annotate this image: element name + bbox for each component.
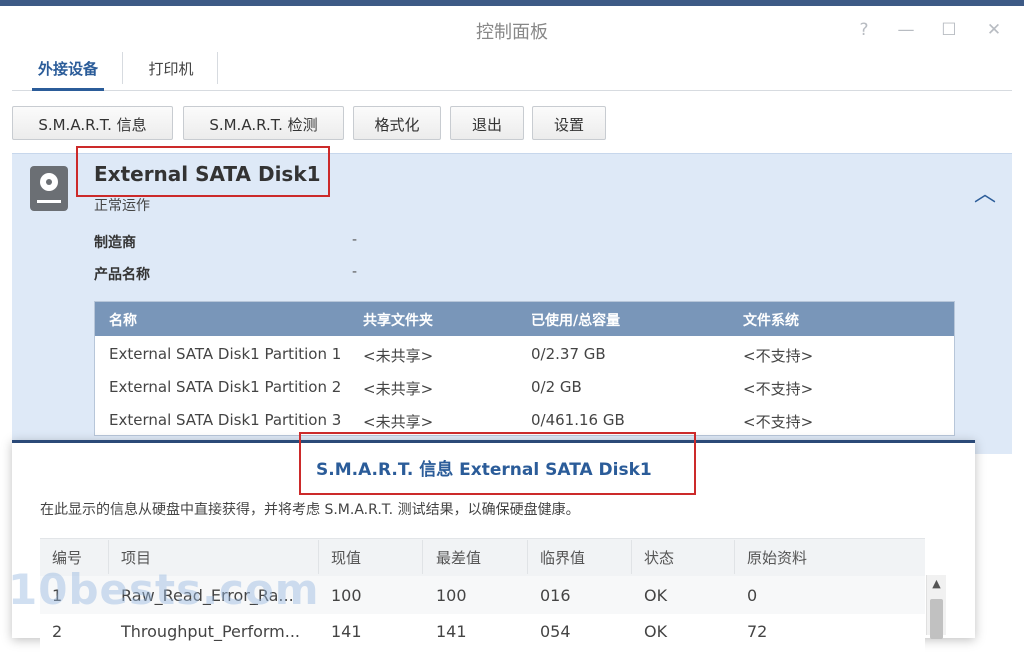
partition-name: External SATA Disk1 Partition 2 xyxy=(109,378,342,396)
smart-threshold: 054 xyxy=(540,622,571,641)
format-button[interactable]: 格式化 xyxy=(353,106,441,140)
smart-value: 141 xyxy=(331,622,362,641)
smart-item: Throughput_Perform... xyxy=(121,622,300,641)
title-bar: 控制面板 ? — ☐ ✕ xyxy=(0,6,1024,50)
partition-usage: 0/461.16 GB xyxy=(531,411,625,429)
partition-name: External SATA Disk1 Partition 1 xyxy=(109,345,342,363)
column-header-raw[interactable]: 原始资料 xyxy=(747,547,807,568)
smart-value: 100 xyxy=(331,586,362,605)
help-icon[interactable]: ? xyxy=(854,20,874,40)
watermark: 10bests.com xyxy=(8,565,320,614)
partition-table-header: 名称 共享文件夹 已使用/总容量 文件系统 xyxy=(95,302,954,336)
partition-share: <未共享> xyxy=(363,413,434,431)
maximize-icon[interactable]: ☐ xyxy=(939,20,959,40)
smart-test-button[interactable]: S.M.A.R.T. 检测 xyxy=(183,106,344,140)
highlight-box xyxy=(76,146,330,197)
partition-filesystem: <不支持> xyxy=(743,347,814,365)
column-header-status[interactable]: 状态 xyxy=(644,547,674,568)
product-name-label: 产品名称 xyxy=(94,267,150,283)
device-status: 正常运作 xyxy=(94,198,150,214)
minimize-icon[interactable]: — xyxy=(896,20,916,40)
partition-usage: 0/2.37 GB xyxy=(531,345,606,363)
tab-divider xyxy=(122,52,123,84)
smart-raw: 72 xyxy=(747,622,768,641)
smart-info-button[interactable]: S.M.A.R.T. 信息 xyxy=(12,106,173,140)
column-header-usage[interactable]: 已使用/总容量 xyxy=(531,310,620,330)
smart-status: OK xyxy=(644,586,668,605)
column-header-filesystem[interactable]: 文件系统 xyxy=(743,310,799,330)
settings-button[interactable]: 设置 xyxy=(532,106,606,140)
column-divider xyxy=(527,540,528,574)
close-icon[interactable]: ✕ xyxy=(984,20,1004,40)
partition-share: <未共享> xyxy=(363,347,434,365)
column-header-name[interactable]: 名称 xyxy=(109,310,137,330)
partition-usage: 0/2 GB xyxy=(531,378,582,396)
partition-share: <未共享> xyxy=(363,380,434,398)
column-header-value[interactable]: 现值 xyxy=(331,547,361,568)
column-divider xyxy=(422,540,423,574)
column-header-worst[interactable]: 最差值 xyxy=(436,547,481,568)
column-header-share[interactable]: 共享文件夹 xyxy=(363,310,433,330)
partition-filesystem: <不支持> xyxy=(743,380,814,398)
tab-external-devices[interactable]: 外接设备 xyxy=(22,50,114,91)
partition-table: 名称 共享文件夹 已使用/总容量 文件系统 External SATA Disk… xyxy=(94,301,955,436)
hard-disk-icon xyxy=(30,166,68,211)
eject-button[interactable]: 退出 xyxy=(450,106,524,140)
tab-printer[interactable]: 打印机 xyxy=(130,50,212,90)
column-header-threshold[interactable]: 临界值 xyxy=(540,547,585,568)
tab-divider xyxy=(217,52,218,84)
scroll-up-icon[interactable]: ▲ xyxy=(927,577,946,590)
scrollbar-thumb[interactable] xyxy=(930,599,943,639)
table-scrollbar[interactable]: ▲ xyxy=(926,575,946,639)
smart-raw: 0 xyxy=(747,586,758,605)
smart-status: OK xyxy=(644,622,668,641)
manufacturer-value: - xyxy=(352,232,358,248)
column-divider xyxy=(734,540,735,574)
smart-worst: 100 xyxy=(436,586,467,605)
collapse-chevron-icon[interactable]: ︿ xyxy=(974,176,996,208)
highlight-box xyxy=(299,432,696,495)
smart-id: 2 xyxy=(52,622,63,641)
partition-name: External SATA Disk1 Partition 3 xyxy=(109,411,342,429)
manufacturer-label: 制造商 xyxy=(94,235,136,251)
dialog-description: 在此显示的信息从硬盘中直接获得，并将考虑 S.M.A.R.T. 测试结果，以确保… xyxy=(40,502,580,518)
column-divider xyxy=(631,540,632,574)
smart-worst: 141 xyxy=(436,622,467,641)
tab-bar: 外接设备 打印机 xyxy=(12,50,1012,91)
partition-filesystem: <不支持> xyxy=(743,413,814,431)
smart-threshold: 016 xyxy=(540,586,571,605)
product-name-value: - xyxy=(352,264,358,280)
